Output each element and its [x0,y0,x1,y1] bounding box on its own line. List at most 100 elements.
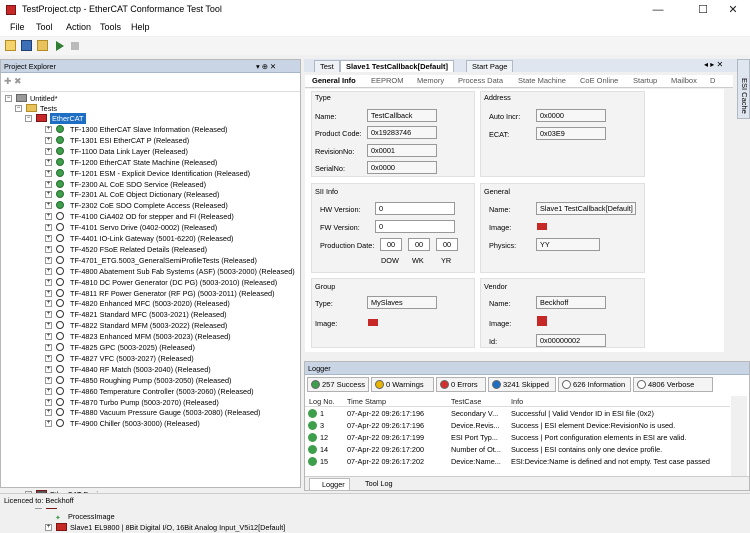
group-type-field[interactable]: MySlaves [367,296,437,309]
tab-test[interactable]: Test [314,60,340,72]
collapse-icon[interactable]: − [25,115,32,122]
ecat-label: ECAT: [489,130,510,139]
expand-icon[interactable]: + [45,409,52,417]
expand-icon[interactable]: + [45,376,52,384]
subtab-general-info[interactable]: General Info [312,75,356,87]
expand-icon[interactable]: + [45,158,52,166]
logger-scrollbar[interactable] [731,396,747,476]
expand-icon[interactable]: + [45,147,52,155]
expand-icon[interactable]: + [45,235,52,242]
subtab-more[interactable]: D [710,75,715,87]
test-item-label: TF-4101 Servo Drive (0402-0002) (Release… [70,223,218,233]
expand-icon[interactable]: + [45,300,52,308]
menu-action[interactable]: Action [66,22,91,32]
tab-start-page[interactable]: Start Page [466,60,514,72]
expand-icon[interactable]: + [45,267,52,275]
expand-icon[interactable]: + [45,213,52,221]
serial-field[interactable]: 0x0000 [367,161,437,174]
expand-icon[interactable]: + [45,202,52,210]
collapse-icon[interactable]: − [15,105,22,112]
filter-success-button[interactable]: 257 Success [307,377,369,392]
run-icon[interactable] [56,41,64,51]
filter-verbose-button[interactable]: 4806 Verbose [633,377,713,392]
log-row[interactable]: 14 07-Apr-22 09:26:17:200 Number of Ot... S… [305,444,730,455]
subtab-startup[interactable]: Startup [633,75,657,87]
log-row[interactable]: 12 07-Apr-22 09:26:17:199 ESI Port Typ... S… [305,432,730,443]
stop-icon[interactable] [71,42,79,50]
expand-icon[interactable]: + [45,278,52,286]
expand-icon[interactable]: + [45,191,52,199]
subtab-process-data[interactable]: Process Data [458,75,503,87]
fw-version-field[interactable]: 0 [375,220,455,233]
expand-icon[interactable]: + [45,398,52,406]
add-remove-icons[interactable]: ✚ ✖ [4,76,22,87]
expand-icon[interactable]: + [45,333,52,341]
general-name-field[interactable]: Slave1 TestCallback[Default] [536,202,636,215]
expand-icon[interactable]: + [45,245,52,253]
expand-icon[interactable]: + [45,387,52,395]
menu-file[interactable]: File [10,22,25,32]
filter-skipped-button[interactable]: 3241 Skipped [488,377,556,392]
status-text: Licenced to: Beckhoff [4,496,74,505]
menu-tools[interactable]: Tools [100,22,121,32]
col-testcase[interactable]: TestCase [451,396,481,407]
expand-icon[interactable]: + [45,354,52,362]
expand-icon[interactable]: + [45,344,52,351]
physics-field[interactable]: YY [536,238,600,251]
col-time-stamp[interactable]: Time Stamp [347,396,386,407]
expand-icon[interactable]: + [45,322,52,330]
name-field[interactable]: TestCallback [367,109,437,122]
subtab-eeprom[interactable]: EEPROM [371,75,404,87]
menu-tool[interactable]: Tool [36,22,53,32]
vendor-id-field[interactable]: 0x00000002 [536,334,606,347]
subtab-coe-online[interactable]: CoE Online [580,75,618,87]
subtab-memory[interactable]: Memory [417,75,444,87]
explorer-pin-close-icons[interactable]: ▾ ⊕ ✕ [256,62,276,71]
tab-slave[interactable]: Slave1 TestCallback[Default] [340,60,454,72]
collapse-icon[interactable]: − [5,95,12,102]
expand-icon[interactable]: + [45,224,52,232]
maximize-button[interactable]: ☐ [688,2,718,18]
tab-tool-log[interactable]: Tool Log [355,479,393,488]
expand-icon[interactable]: + [45,136,52,144]
log-testcase: Device:Name... [451,457,501,466]
log-row[interactable]: 3 07-Apr-22 09:26:17:196 Device.Revis... Su… [305,420,730,431]
product-code-field[interactable]: 0x19283746 [367,126,437,139]
expand-icon[interactable]: + [45,420,52,428]
esi-cache-tab[interactable]: ESI Cache [737,59,750,119]
log-row[interactable]: 15 07-Apr-22 09:26:17:202 Device:Name... ES… [305,456,730,467]
wk-field[interactable]: 00 [408,238,430,251]
expand-icon[interactable]: + [45,256,52,264]
subtab-mailbox[interactable]: Mailbox [671,75,697,87]
revision-field[interactable]: 0x0001 [367,144,437,157]
expand-icon[interactable]: + [45,311,52,319]
vendor-name-field[interactable]: Beckhoff [536,296,606,309]
expand-icon[interactable]: + [45,126,52,133]
expand-icon[interactable]: + [45,180,52,188]
new-icon[interactable] [5,40,16,51]
save-icon[interactable] [21,40,32,51]
expand-icon[interactable]: + [45,524,52,531]
col-info[interactable]: Info [511,396,523,407]
expand-icon[interactable]: + [45,289,52,297]
menu-help[interactable]: Help [131,22,150,32]
expand-icon[interactable]: + [45,169,52,177]
tab-logger[interactable]: Logger [309,478,350,491]
tab-nav-icons[interactable]: ◂ ▸ ✕ [704,60,723,69]
minimize-button[interactable]: — [643,2,673,18]
general-scrollbar[interactable] [724,89,733,352]
close-button[interactable]: ✕ [718,2,748,18]
ecat-field[interactable]: 0x03E9 [536,127,606,140]
dow-field[interactable]: 00 [380,238,402,251]
expand-icon[interactable]: + [45,365,52,373]
hw-version-field[interactable]: 0 [375,202,455,215]
log-row[interactable]: 1 07-Apr-22 09:26:17:196 Secondary V... Suc… [305,408,730,419]
col-log-no[interactable]: Log No. [309,396,335,407]
open-folder-icon[interactable] [37,40,48,51]
subtab-state-machine[interactable]: State Machine [518,75,566,87]
auto-incr-field[interactable]: 0x0000 [536,109,606,122]
filter-warnings-button[interactable]: 0 Warnings [371,377,434,392]
filter-errors-button[interactable]: 0 Errors [436,377,486,392]
yr-field[interactable]: 00 [436,238,458,251]
filter-information-button[interactable]: 626 Information [558,377,631,392]
